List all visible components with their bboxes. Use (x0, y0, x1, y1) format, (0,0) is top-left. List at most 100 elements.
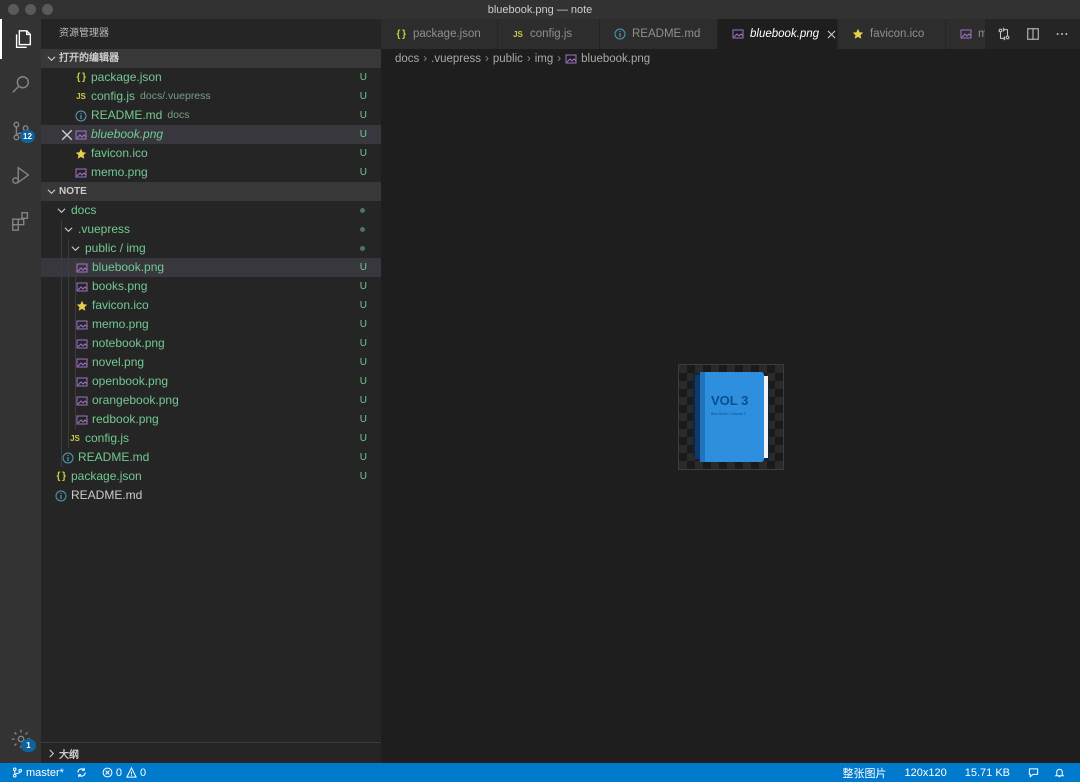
tree-file[interactable]: favicon.ico U (41, 296, 381, 315)
modified-dot (360, 246, 365, 251)
status-bar: master* 0 0 整张图片 120x120 15.71 KB (0, 763, 1080, 782)
git-status: U (359, 452, 367, 463)
open-editor-item[interactable]: favicon.ico U (41, 144, 381, 163)
book-cover-sublabel: Blue Book • Volume 3 (711, 412, 746, 416)
extensions-button[interactable] (0, 201, 41, 241)
breadcrumb-item[interactable]: img (535, 53, 554, 65)
branch-button[interactable]: master* (0, 763, 70, 782)
breadcrumb-item[interactable]: public (493, 53, 523, 65)
tree-file[interactable]: redbook.png U (41, 410, 381, 429)
open-editor-item[interactable]: { } package.json U (41, 68, 381, 87)
info-icon (62, 452, 74, 464)
open-editor-item[interactable]: memo.png U (41, 163, 381, 182)
chevron-right-icon: › (485, 53, 489, 65)
explorer-sidebar: 资源管理器 打开的编辑器 { } package.json U JS confi… (41, 19, 381, 763)
tab-package-json[interactable]: { } package.json (381, 19, 498, 49)
chevron-down-icon (69, 243, 81, 255)
split-editor-button[interactable] (1025, 26, 1041, 42)
status-right: 整张图片 120x120 15.71 KB (837, 763, 1080, 782)
tree-file[interactable]: JS config.js U (41, 429, 381, 448)
tree-file[interactable]: bluebook.png U (41, 258, 381, 277)
folder-header[interactable]: NOTE (41, 182, 381, 201)
json-file-icon: { } (56, 471, 66, 482)
tree-file[interactable]: memo.png U (41, 315, 381, 334)
chevron-down-icon (45, 186, 57, 198)
source-control-button[interactable]: 12 (0, 111, 41, 151)
search-button[interactable] (0, 65, 41, 105)
tab-favicon-ico[interactable]: favicon.ico (838, 19, 946, 49)
more-actions-button[interactable] (1054, 26, 1070, 42)
notifications-button[interactable] (1048, 763, 1080, 782)
tree-file[interactable]: orangebook.png U (41, 391, 381, 410)
search-icon (11, 76, 29, 93)
maximize-window-button[interactable] (42, 4, 53, 15)
git-status: U (359, 395, 367, 406)
image-file-icon (76, 357, 88, 369)
git-status: U (359, 433, 367, 444)
git-status: U (359, 319, 367, 330)
chevron-down-icon (62, 224, 74, 236)
tab-readme-md[interactable]: README.md (600, 19, 718, 49)
image-file-icon (76, 262, 88, 274)
tree-folder-public-img[interactable]: public / img (41, 239, 381, 258)
git-status: U (359, 376, 367, 387)
settings-badge: 1 (21, 739, 36, 752)
editor-actions (985, 19, 1080, 49)
problems-button[interactable]: 0 0 (96, 763, 152, 782)
close-tab-icon[interactable] (825, 27, 837, 41)
open-editor-item[interactable]: JS config.js docs/.vuepress U (41, 87, 381, 106)
git-status: U (359, 110, 367, 121)
tree-file[interactable]: README.md (41, 486, 381, 505)
image-file-icon (76, 414, 88, 426)
git-status: U (359, 148, 367, 159)
image-file-icon (76, 338, 88, 350)
editor-area: { } package.json JS config.js README.md … (381, 19, 1080, 763)
tree-file[interactable]: notebook.png U (41, 334, 381, 353)
manage-button[interactable]: 1 (0, 719, 41, 759)
git-branch-icon (12, 767, 23, 778)
git-status: U (359, 414, 367, 425)
modified-dot (360, 208, 365, 213)
book-cover-label: VOL 3 (711, 393, 748, 408)
git-status: U (359, 357, 367, 368)
split-editor-icon (1026, 28, 1039, 40)
git-status: U (359, 167, 367, 178)
close-window-button[interactable] (8, 4, 19, 15)
chevron-down-icon (45, 53, 57, 65)
tree-file[interactable]: novel.png U (41, 353, 381, 372)
open-editor-item[interactable]: README.md docs U (41, 106, 381, 125)
feedback-button[interactable] (1022, 763, 1048, 782)
open-editor-item-active[interactable]: bluebook.png U (41, 125, 381, 144)
open-changes-button[interactable] (996, 26, 1012, 42)
compare-icon (998, 27, 1009, 41)
vscode-window: bluebook.png — note 12 1 资源管理器 打开的编辑器 {… (0, 0, 1080, 782)
breadcrumb-item[interactable]: bluebook.png (581, 53, 650, 65)
run-debug-button[interactable] (0, 155, 41, 195)
image-fit-button[interactable]: 整张图片 (837, 763, 899, 782)
tab-bluebook-png[interactable]: bluebook.png (718, 19, 838, 49)
star-icon (76, 300, 88, 312)
js-file-icon: JS (70, 434, 80, 443)
close-icon[interactable] (61, 129, 73, 141)
star-icon (852, 28, 864, 40)
tree-file[interactable]: { } package.json U (41, 467, 381, 486)
tree-folder-docs[interactable]: docs (41, 201, 381, 220)
tree-file[interactable]: openbook.png U (41, 372, 381, 391)
activity-bar: 12 1 (0, 19, 41, 763)
open-editors-header[interactable]: 打开的编辑器 (41, 49, 381, 68)
minimize-window-button[interactable] (25, 4, 36, 15)
image-file-icon (76, 376, 88, 388)
tree-file[interactable]: README.md U (41, 448, 381, 467)
outline-header[interactable]: 大纲 (41, 742, 381, 763)
git-status: U (359, 262, 367, 273)
breadcrumb-item[interactable]: .vuepress (431, 53, 481, 65)
tab-config-js[interactable]: JS config.js (498, 19, 600, 49)
sync-button[interactable] (70, 763, 96, 782)
tree-folder-vuepress[interactable]: .vuepress (41, 220, 381, 239)
warning-icon (126, 767, 137, 778)
sidebar-title: 资源管理器 (59, 28, 109, 39)
breadcrumb-item[interactable]: docs (395, 53, 419, 65)
tree-file[interactable]: books.png U (41, 277, 381, 296)
modified-dot (360, 227, 365, 232)
explorer-button[interactable] (0, 19, 43, 59)
